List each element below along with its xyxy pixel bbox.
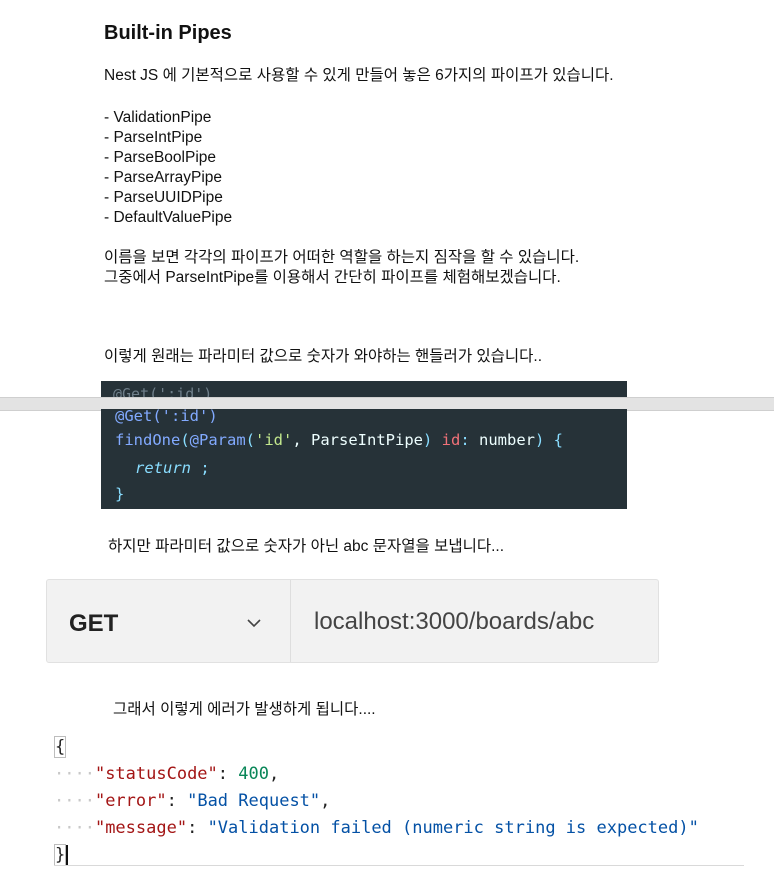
text-caret [66, 845, 69, 865]
decorator-token: @Get(':id') [115, 407, 218, 425]
return-token: return [135, 459, 191, 477]
list-item: - ParseUUIDPipe [104, 189, 223, 206]
pipe-list: - ValidationPipe - ParseIntPipe - ParseB… [104, 108, 232, 228]
intro-text: Nest JS 에 기본적으로 사용할 수 있게 만들어 놓은 6가지의 파이프… [104, 67, 614, 84]
method-label: GET [69, 610, 119, 637]
json-row-status: ····"statusCode": 400, [54, 764, 280, 784]
url-input[interactable]: localhost:3000/boards/abc [314, 608, 594, 636]
json-open: { [54, 734, 744, 761]
method-select[interactable]: GET [47, 580, 291, 662]
explain-line-1: 이름을 보면 각각의 파이프가 어떠한 역할을 하는지 짐작을 할 수 있습니다… [104, 249, 580, 266]
handler-note: 이렇게 원래는 파라미터 값으로 숫자가 와야하는 핸들러가 있습니다.. [104, 348, 543, 365]
chevron-down-icon[interactable] [245, 614, 263, 632]
code-block: @Get(':id') findOne(@Param('id', ParseIn… [101, 407, 627, 509]
error-value: "Bad Request" [187, 791, 321, 811]
pipe-name-token: ParseIntPipe [311, 431, 423, 449]
list-item: - ParseArrayPipe [104, 169, 223, 186]
abc-note: 하지만 파라미터 값으로 숫자가 아닌 abc 문자열을 보냅니다... [108, 538, 505, 555]
list-item: - DefaultValuePipe [104, 209, 233, 226]
fn-name-token: findOne [115, 431, 181, 449]
close-brace-token: } [115, 485, 125, 503]
code-block-top: @Get(':id') [101, 381, 627, 397]
status-value: 400 [238, 764, 269, 784]
message-value: "Validation failed (numeric string is ex… [207, 818, 699, 838]
request-bar: GET localhost:3000/boards/abc [46, 579, 659, 663]
code-ghost-line: @Get(':id') [113, 385, 213, 397]
param-decorator-token: @Param [189, 431, 246, 449]
type-token: number [479, 431, 536, 449]
json-row-message: ····"message": "Validation failed (numer… [54, 818, 699, 838]
error-key: "error" [94, 791, 167, 811]
open-brace: { [54, 736, 67, 758]
return-tail-token: ; [191, 459, 210, 477]
code-line-decorator: @Get(':id') [115, 407, 218, 425]
code-line-close: } [115, 485, 124, 503]
close-brace: } [54, 844, 67, 866]
explain-line-2: 그중에서 ParseIntPipe를 이용해서 간단히 파이프를 체험해보겠습니… [104, 269, 561, 286]
list-item: - ParseIntPipe [104, 129, 203, 146]
message-key: "message" [94, 818, 188, 838]
error-note: 그래서 이렇게 에러가 발생하게 됩니다.... [113, 701, 376, 718]
code-line-signature: findOne(@Param('id', ParseIntPipe) id: n… [115, 431, 564, 449]
list-item: - ParseBoolPipe [104, 149, 217, 166]
param-arg-token: 'id' [255, 431, 293, 449]
section-heading: Built-in Pipes [104, 22, 232, 44]
response-json: { ····"statusCode": 400, ····"error": "B… [54, 734, 744, 869]
list-item: - ValidationPipe [104, 109, 212, 126]
json-underline [54, 865, 744, 866]
status-key: "statusCode" [94, 764, 218, 784]
code-line-return: return ; [135, 459, 210, 477]
var-name-token: id [441, 431, 461, 449]
json-row-error: ····"error": "Bad Request", [54, 791, 331, 811]
